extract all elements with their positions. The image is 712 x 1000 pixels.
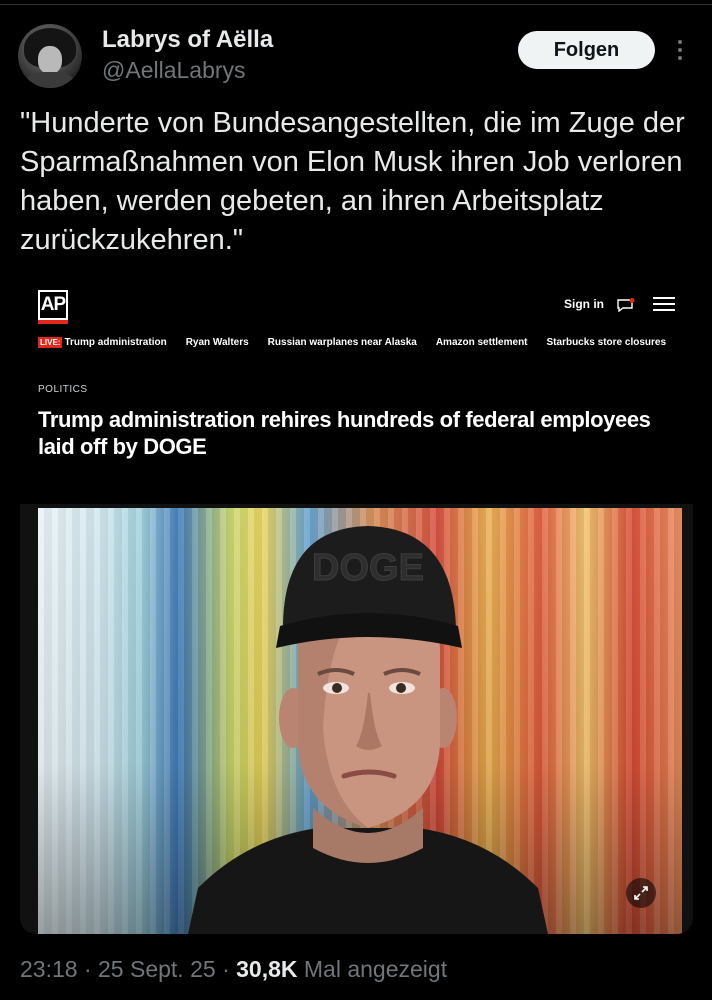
hamburger-menu-icon	[653, 297, 675, 311]
tweet-time[interactable]: 23:18	[20, 956, 78, 982]
article-headline: Trump administration rehires hundreds of…	[38, 407, 651, 459]
live-badge: LIVE:	[38, 336, 63, 348]
view-count[interactable]: 30,8K	[236, 956, 297, 982]
ticker-item: Starbucks store closures	[546, 336, 667, 348]
tweet-media[interactable]: AP Sign in LIVE: Trump administration Ry…	[20, 280, 693, 934]
article-kicker: POLITICS	[38, 384, 88, 395]
meta-separator: ·	[83, 956, 92, 982]
avatar[interactable]	[18, 24, 82, 88]
ticker-item: Ryan Walters	[185, 336, 249, 348]
top-divider	[0, 4, 712, 5]
tweet-text: "Hunderte von Bundesangestellten, die im…	[20, 107, 685, 256]
user-handle[interactable]: @AellaLabrys	[102, 57, 246, 84]
article-header	[20, 280, 693, 508]
chat-notification-icon	[617, 298, 635, 312]
follow-button[interactable]: Folgen	[518, 31, 655, 69]
article-photo: DOGE	[38, 508, 682, 934]
ap-logo: AP	[38, 290, 68, 324]
tweet-meta: 23:18 · 25 Sept. 25 · 30,8K Mal angezeig…	[20, 956, 447, 983]
ticker-item: Russian warplanes near Alaska	[267, 336, 417, 348]
expand-icon[interactable]	[626, 878, 656, 908]
cap-text: DOGE	[312, 547, 424, 589]
signin-link: Sign in	[564, 297, 604, 311]
person-in-doge-cap: DOGE	[188, 526, 548, 934]
tweet-date[interactable]: 25 Sept. 25	[98, 956, 216, 982]
more-options-icon[interactable]	[670, 36, 690, 64]
meta-separator: ·	[222, 956, 230, 982]
views-label: Mal angezeigt	[303, 956, 448, 982]
display-name[interactable]: Labrys of Aëlla	[102, 26, 273, 54]
ticker-item: Trump administration	[64, 336, 167, 348]
trending-ticker: LIVE: Trump administration Ryan Walters …	[38, 334, 685, 350]
ticker-item: Amazon settlement	[435, 336, 528, 348]
